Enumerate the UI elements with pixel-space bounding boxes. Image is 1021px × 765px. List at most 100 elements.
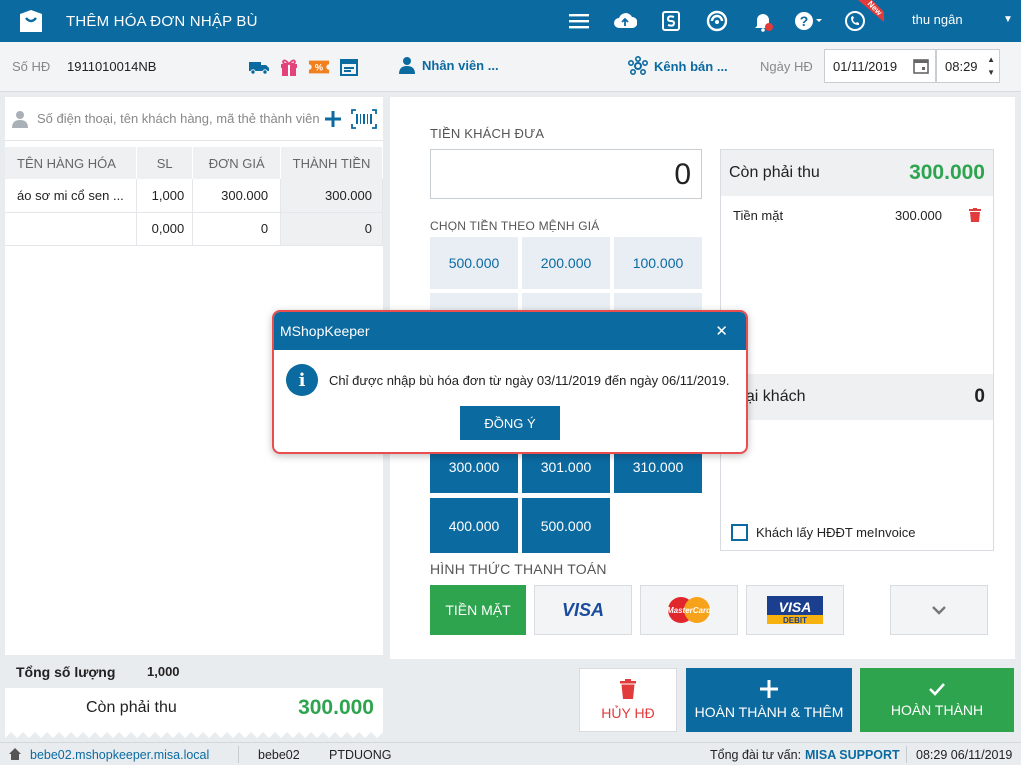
- app-logo-icon[interactable]: [12, 0, 50, 42]
- cancel-invoice-label: HỦY HĐ: [601, 705, 655, 721]
- denomination-button[interactable]: 200.000: [522, 237, 610, 289]
- top-toolbar: ? New: [556, 0, 884, 42]
- invoice-number-label: Số HĐ: [12, 59, 51, 74]
- summary-due-label: Còn phải thu: [729, 164, 820, 181]
- item-name-cell[interactable]: áo sơ mi cổ sen ...: [5, 179, 138, 213]
- item-qty-cell[interactable]: 0,000: [136, 212, 194, 246]
- swirl-logo-icon[interactable]: [694, 0, 740, 42]
- item-price-cell[interactable]: 300.000: [192, 179, 282, 213]
- barcode-scan-icon[interactable]: [351, 108, 377, 129]
- notification-bell-icon[interactable]: [740, 0, 786, 42]
- employee-selector[interactable]: Nhân viên ...: [398, 56, 499, 74]
- customer-search-input[interactable]: [37, 111, 323, 126]
- status-divider: [906, 746, 907, 763]
- invoice-time-value: 08:29: [945, 58, 978, 74]
- column-header-qty[interactable]: SL: [136, 147, 194, 179]
- complete-button[interactable]: HOÀN THÀNH: [860, 668, 1014, 732]
- einvoice-checkbox[interactable]: [731, 524, 748, 541]
- payment-method-visa[interactable]: VISA: [534, 585, 632, 635]
- denomination-button[interactable]: 400.000: [430, 498, 518, 553]
- ok-button[interactable]: ĐỒNG Ý: [460, 406, 560, 440]
- trash-icon: [620, 679, 636, 699]
- payment-method-label: HÌNH THỨC THANH TOÁN: [430, 561, 607, 577]
- trash-icon[interactable]: [969, 208, 981, 222]
- dialog-message: Chỉ được nhập bù hóa đơn từ ngày 03/11/2…: [329, 373, 730, 388]
- sales-channel-icon: [628, 56, 648, 76]
- employee-selector-label: Nhân viên ...: [422, 57, 499, 73]
- customer-icon: [12, 110, 28, 128]
- payment-line-amount: 300.000: [895, 208, 942, 223]
- server-url[interactable]: bebe02.mshopkeeper.misa.local: [30, 748, 209, 762]
- complete-and-add-label: HOÀN THÀNH & THÊM: [694, 704, 844, 720]
- home-icon[interactable]: [8, 747, 22, 761]
- denomination-button[interactable]: 500.000: [522, 498, 610, 553]
- item-amount-cell: 300.000: [280, 179, 383, 213]
- denomination-button[interactable]: [522, 293, 610, 311]
- table-row[interactable]: 0,000 0 0: [5, 212, 383, 246]
- invoice-number: 1911010014NB: [67, 59, 157, 74]
- svg-text:VISA: VISA: [562, 600, 604, 620]
- support-link[interactable]: MISA SUPPORT: [805, 748, 900, 762]
- gift-icon[interactable]: [278, 56, 300, 78]
- sales-channel-label: Kênh bán ...: [654, 58, 728, 74]
- currency-icon[interactable]: [648, 0, 694, 42]
- cash-given-label: TIỀN KHÁCH ĐƯA: [430, 126, 545, 141]
- einvoice-option[interactable]: Khách lấy HĐĐT meInvoice: [731, 524, 915, 541]
- invoice-time-field[interactable]: 08:29 ▲ ▼: [936, 49, 1000, 83]
- date-picker-icon[interactable]: [913, 58, 929, 74]
- status-employee: PTDUONG: [329, 748, 392, 762]
- spin-up-icon[interactable]: ▲: [987, 53, 995, 66]
- delivery-truck-icon[interactable]: [248, 56, 270, 78]
- denomination-button[interactable]: 500.000: [430, 237, 518, 289]
- column-header-price[interactable]: ĐƠN GIÁ: [192, 147, 282, 179]
- user-caret-icon[interactable]: ▼: [1003, 14, 1013, 25]
- invoice-date-field[interactable]: 01/11/2019: [824, 49, 936, 83]
- calendar-icon[interactable]: [338, 56, 360, 78]
- add-customer-icon[interactable]: [323, 109, 343, 129]
- payment-method-cash[interactable]: TIỀN MẶT: [430, 585, 526, 635]
- payment-summary: Còn phải thu 300.000 Tiền mặt 300.000 a …: [720, 149, 994, 551]
- svg-text:%: %: [315, 63, 323, 73]
- item-name-cell[interactable]: [5, 212, 138, 246]
- sales-channel-selector[interactable]: Kênh bán ...: [628, 56, 728, 76]
- items-table: TÊN HÀNG HÓA SL ĐƠN GIÁ THÀNH TIỀN áo sơ…: [5, 147, 383, 246]
- change-due-value: 0: [974, 386, 985, 407]
- column-header-name[interactable]: TÊN HÀNG HÓA: [5, 147, 138, 179]
- checkmark-icon: [929, 683, 945, 696]
- table-row[interactable]: áo sơ mi cổ sen ... 1,000 300.000 300.00…: [5, 179, 383, 213]
- svg-text:?: ?: [800, 13, 809, 29]
- denomination-button[interactable]: [614, 293, 702, 311]
- time-spinner[interactable]: ▲ ▼: [987, 53, 995, 79]
- payment-line: Tiền mặt 300.000: [733, 208, 985, 223]
- menu-icon[interactable]: [556, 0, 602, 42]
- spin-down-icon[interactable]: ▼: [987, 66, 995, 79]
- complete-and-add-button[interactable]: HOÀN THÀNH & THÊM: [686, 668, 852, 732]
- total-quantity-row: Tổng số lượng 1,000: [5, 656, 383, 688]
- payment-method-visa-debit[interactable]: VISA DEBIT: [746, 585, 844, 635]
- voucher-icon[interactable]: %: [308, 56, 330, 78]
- svg-text:DEBIT: DEBIT: [783, 616, 807, 625]
- cloud-sync-icon[interactable]: [602, 0, 648, 42]
- amount-due-value: 300.000: [298, 696, 374, 719]
- total-quantity-value: 1,000: [147, 664, 180, 679]
- cancel-invoice-button[interactable]: HỦY HĐ: [579, 668, 677, 732]
- denomination-button[interactable]: [430, 293, 518, 311]
- denomination-button[interactable]: 100.000: [614, 237, 702, 289]
- help-icon[interactable]: ?: [786, 0, 832, 42]
- payment-method-mastercard[interactable]: MasterCard: [640, 585, 738, 635]
- receipt-zigzag-edge: [5, 730, 383, 738]
- user-name[interactable]: thu ngân: [912, 12, 963, 27]
- more-payment-methods[interactable]: [890, 585, 988, 635]
- close-icon[interactable]: ✕: [715, 322, 728, 340]
- item-price-cell[interactable]: 0: [192, 212, 282, 246]
- item-qty-cell[interactable]: 1,000: [136, 179, 194, 213]
- phone-support-icon[interactable]: New: [832, 0, 884, 42]
- total-quantity-label: Tổng số lượng: [16, 664, 116, 680]
- visa-debit-logo-icon: VISADEBIT: [767, 596, 823, 625]
- invoice-date-label: Ngày HĐ: [760, 59, 813, 74]
- item-amount-cell: 0: [280, 212, 383, 246]
- invoice-tools: %: [248, 56, 360, 78]
- dialog-header: MShopKeeper ✕: [274, 312, 746, 350]
- cash-given-input[interactable]: 0: [430, 149, 702, 199]
- column-header-amount[interactable]: THÀNH TIỀN: [280, 147, 383, 179]
